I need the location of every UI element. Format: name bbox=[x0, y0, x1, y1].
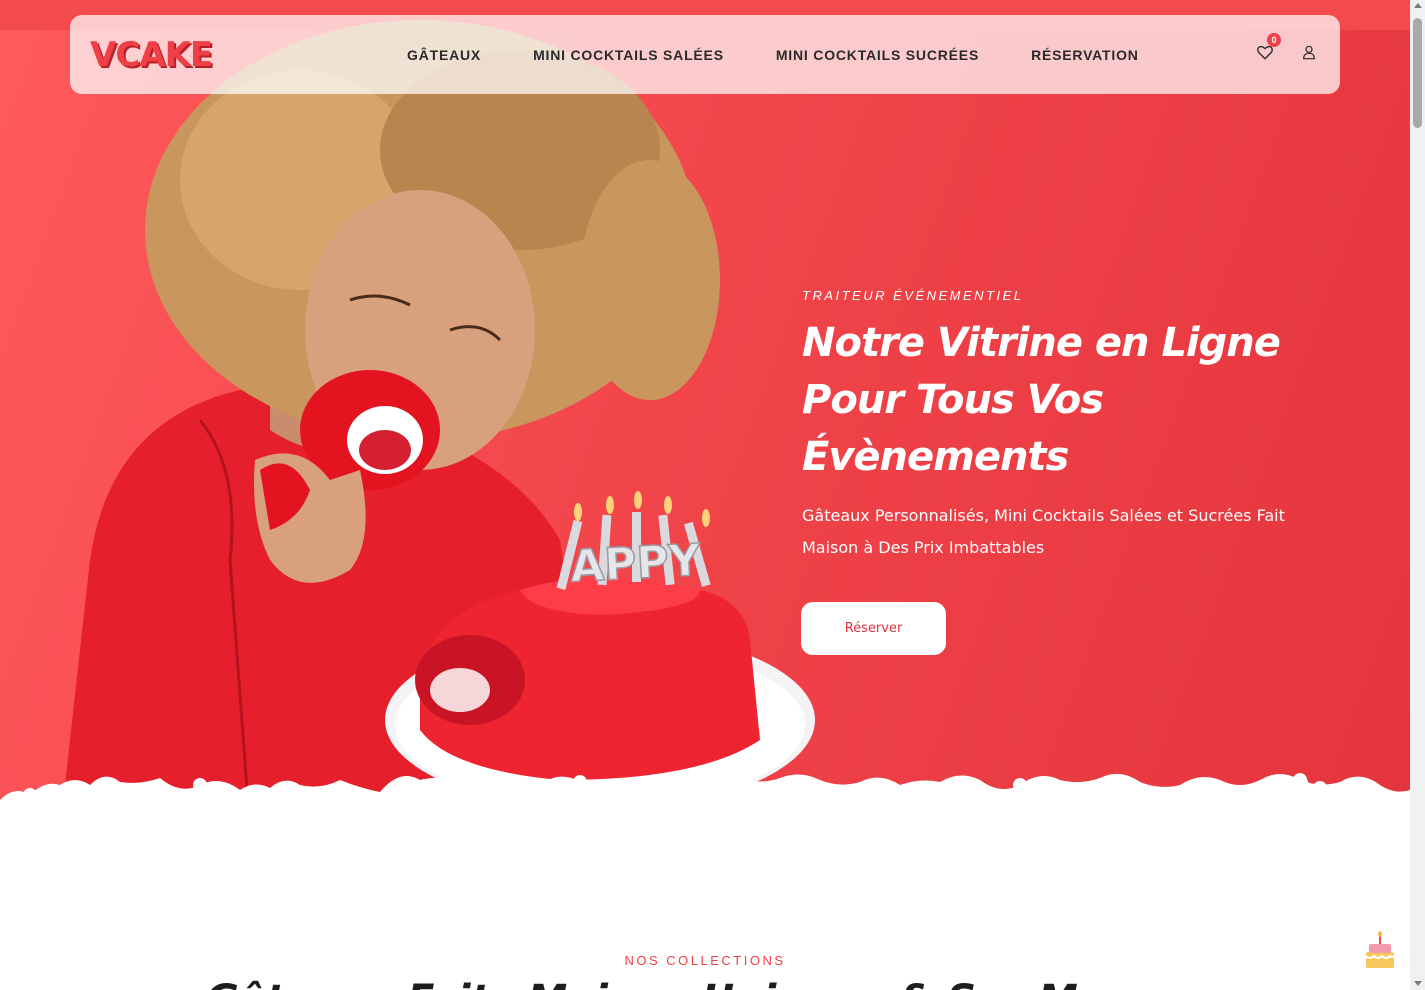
hero-subtitle: Gâteaux Personnalisés, Mini Cocktails Sa… bbox=[802, 506, 1285, 557]
collections-eyebrow: NOS COLLECTIONS bbox=[624, 953, 786, 968]
hero-eyebrow: TRAITEUR ÉVÉNEMENTIEL bbox=[802, 288, 1024, 303]
hero-text-block: TRAITEUR ÉVÉNEMENTIEL Notre Vitrine en L… bbox=[802, 288, 1362, 564]
nav-item-mini-cocktails-sucrees[interactable]: MINI COCKTAILS SUCRÉES bbox=[776, 47, 979, 63]
nav-item-gateaux[interactable]: GÂTEAUX bbox=[407, 47, 481, 63]
site-header: VCAKE GÂTEAUX MINI COCKTAILS SALÉES MINI… bbox=[70, 15, 1340, 94]
scroll-up-arrow-icon[interactable] bbox=[1414, 3, 1422, 8]
account-button[interactable] bbox=[1298, 41, 1320, 63]
birthday-cake-icon[interactable] bbox=[1362, 930, 1398, 970]
scrollbar-thumb[interactable] bbox=[1413, 18, 1422, 128]
frosting-drip-divider bbox=[0, 771, 1410, 840]
hero-section: APPY VCAKE GÂTEAUX MINI COCKTAILS SALÉES… bbox=[0, 0, 1410, 830]
user-icon bbox=[1303, 45, 1315, 60]
hero-headline: Notre Vitrine en Ligne Pour Tous Vos Évè… bbox=[802, 320, 1281, 480]
reserve-button[interactable]: Réserver bbox=[801, 602, 946, 655]
vertical-scrollbar[interactable] bbox=[1410, 0, 1425, 990]
collections-title: Gâteaux Faits Maison Uniques & Sur Mesur… bbox=[0, 975, 1410, 990]
nav-item-mini-cocktails-salees[interactable]: MINI COCKTAILS SALÉES bbox=[533, 47, 724, 63]
scroll-down-arrow-icon[interactable] bbox=[1414, 981, 1422, 986]
wishlist-count-badge: 0 bbox=[1267, 33, 1281, 47]
brand-logo[interactable]: VCAKE bbox=[90, 33, 213, 77]
wishlist-button[interactable]: 0 bbox=[1254, 33, 1281, 63]
main-nav: GÂTEAUX MINI COCKTAILS SALÉES MINI COCKT… bbox=[407, 15, 1139, 94]
header-icons: 0 bbox=[1254, 33, 1320, 63]
candle-letters: APPY bbox=[569, 535, 703, 593]
hero-photo: APPY bbox=[60, 20, 815, 830]
nav-item-reservation[interactable]: RÉSERVATION bbox=[1031, 47, 1139, 63]
